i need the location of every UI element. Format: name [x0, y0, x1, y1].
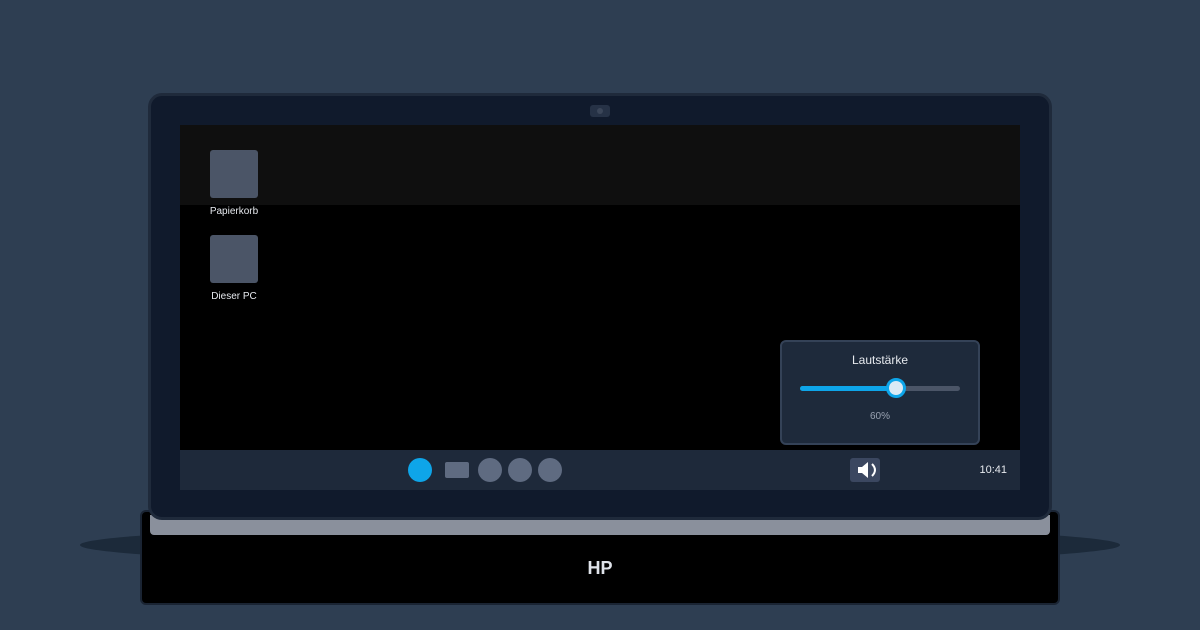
recycle-bin-icon: [210, 150, 258, 198]
folder-icon[interactable]: [445, 462, 469, 478]
speaker-icon: [858, 462, 876, 478]
taskbar-app-icon[interactable]: [538, 458, 562, 482]
volume-value: 60%: [869, 411, 890, 422]
taskbar: 10:41: [180, 450, 1020, 490]
desktop-icon-label: Dieser PC: [211, 291, 257, 302]
webcam-icon: [590, 105, 610, 117]
desktop-icon-label: Papierkorb: [209, 206, 259, 217]
taskbar-clock: 10:41: [979, 464, 1007, 476]
volume-slider[interactable]: [800, 378, 960, 398]
taskbar-app-icon[interactable]: [508, 458, 532, 482]
computer-icon: [210, 235, 258, 283]
desktop-icon-this-pc[interactable]: Dieser PC: [194, 235, 274, 302]
desktop-icon-recycle-bin[interactable]: Papierkorb: [194, 150, 274, 217]
volume-popup-title: Lautstärke: [851, 353, 909, 367]
desktop-screen: Papierkorb Dieser PC Lautstärke 60% 10:4…: [180, 125, 1020, 490]
volume-slider-fill: [800, 386, 896, 391]
volume-button[interactable]: [850, 458, 880, 482]
taskbar-app-icon[interactable]: [478, 458, 502, 482]
volume-slider-thumb[interactable]: [886, 378, 906, 398]
brand-logo: HP: [587, 558, 613, 578]
desktop-top-band: [180, 125, 1020, 205]
volume-popup: Lautstärke 60%: [780, 340, 980, 445]
start-icon[interactable]: [408, 458, 432, 482]
